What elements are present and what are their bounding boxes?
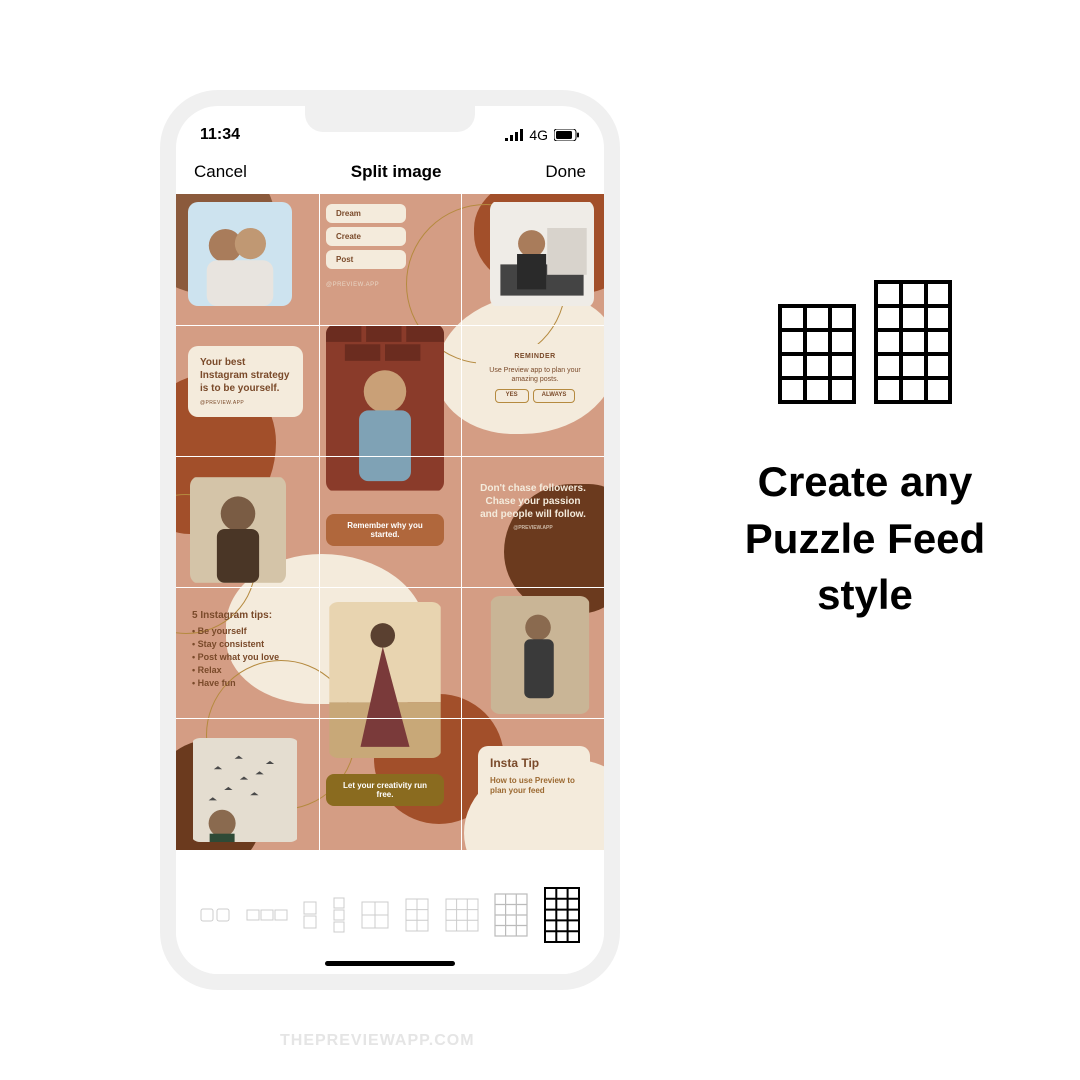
photo-laptop [490, 200, 594, 308]
remember-tag: Remember why you started. [326, 514, 444, 546]
side-promo: Create any Puzzle Feed style [700, 280, 1030, 624]
quote-card-strategy: Your best Instagram strategy is to be yo… [188, 346, 303, 417]
home-indicator [325, 961, 455, 966]
layout-option-1x2v[interactable] [303, 901, 317, 929]
pill-post: Post [326, 250, 406, 269]
layout-option-3x3[interactable] [445, 898, 479, 932]
layout-option-1x3v[interactable] [333, 897, 345, 933]
pill-dream: Dream [326, 204, 406, 223]
photo-beach-dress [328, 602, 442, 758]
feed-preview[interactable]: Dream Create Post @PREVIEW.APP Your best… [176, 194, 604, 850]
layout-option-3x4[interactable] [494, 893, 528, 937]
layout-option-3x5-selected[interactable] [544, 887, 580, 943]
cancel-button[interactable]: Cancel [194, 162, 247, 182]
photo-birds [190, 738, 300, 842]
photo-pose [490, 596, 590, 714]
layout-picker [176, 874, 604, 974]
tips-card: 5 Instagram tips: • Be yourself • Stay c… [192, 609, 312, 690]
canvas: Create any Puzzle Feed style 11:34 4G Ca… [0, 0, 1080, 1080]
insta-tip-card: Insta Tip How to use Preview to plan you… [478, 746, 590, 806]
photo-man [190, 476, 286, 584]
photo-brick-wall [326, 324, 444, 492]
battery-icon [554, 129, 580, 141]
done-button[interactable]: Done [545, 162, 586, 182]
grid-style-icons [700, 280, 1030, 404]
pill-stack: Dream Create Post @PREVIEW.APP [326, 204, 406, 291]
watermark: THEPREVIEWAPP.COM [280, 1032, 475, 1050]
chase-quote: Don't chase followers. Chase your passio… [476, 482, 590, 532]
layout-option-1x3h[interactable] [246, 909, 288, 921]
status-time: 11:34 [200, 126, 240, 144]
signal-icon [505, 129, 523, 141]
headline: Create any Puzzle Feed style [700, 454, 1030, 624]
grid-3x5-icon [874, 280, 952, 404]
phone-mockup: 11:34 4G Cancel Split image Done [160, 90, 620, 990]
handle-label: @PREVIEW.APP [326, 282, 379, 288]
grid-3x4-icon [778, 304, 856, 404]
layout-option-1x2h[interactable] [200, 908, 230, 922]
layout-option-2x3[interactable] [405, 898, 429, 932]
reminder-card: REMINDER Use Preview app to plan your am… [476, 344, 594, 411]
network-label: 4G [529, 127, 548, 143]
pill-create: Create [326, 227, 406, 246]
creativity-tag: Let your creativity run free. [326, 774, 444, 806]
phone-notch [305, 106, 475, 132]
nav-bar: Cancel Split image Done [176, 150, 604, 194]
layout-option-2x2[interactable] [361, 901, 389, 929]
photo-couple [188, 202, 292, 306]
page-title: Split image [351, 162, 442, 182]
